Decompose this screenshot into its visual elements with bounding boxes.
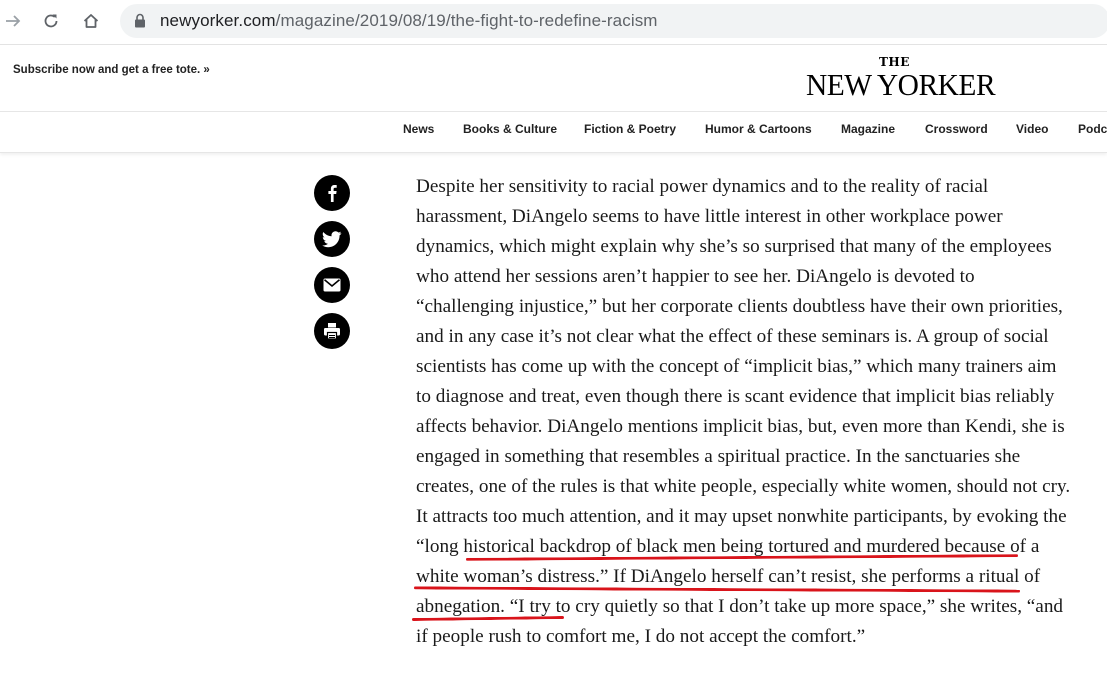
share-print-button[interactable]	[314, 313, 350, 349]
nav-books-culture[interactable]: Books & Culture	[463, 122, 557, 136]
article-paragraph: Despite her sensitivity to racial power …	[416, 176, 1071, 647]
nav-humor-cartoons[interactable]: Humor & Cartoons	[705, 122, 812, 136]
address-bar[interactable]: newyorker.com/magazine/2019/08/19/the-fi…	[120, 4, 1107, 38]
article-body: Despite her sensitivity to racial power …	[416, 172, 1076, 652]
share-email-button[interactable]	[314, 267, 350, 303]
home-icon	[83, 14, 99, 28]
print-icon	[324, 323, 340, 340]
forward-button[interactable]	[0, 8, 26, 34]
nav-podcasts[interactable]: Podc	[1078, 122, 1107, 136]
site-header: Subscribe now and get a free tote. » THE…	[0, 45, 1107, 112]
subscribe-link[interactable]: Subscribe now and get a free tote. »	[13, 64, 210, 76]
nav-video[interactable]: Video	[1016, 122, 1048, 136]
url-path: /magazine/2019/08/19/the-fight-to-redefi…	[275, 11, 658, 30]
nav-magazine[interactable]: Magazine	[841, 122, 895, 136]
reload-button[interactable]	[38, 8, 64, 34]
arrow-right-icon	[6, 15, 21, 27]
share-twitter-button[interactable]	[314, 221, 350, 257]
url-domain: newyorker.com	[160, 11, 276, 30]
site-logo[interactable]: NEW YORKER	[806, 67, 996, 103]
reload-icon	[44, 14, 58, 28]
site-navigation: News Books & Culture Fiction & Poetry Hu…	[0, 112, 1107, 153]
home-button[interactable]	[78, 8, 104, 34]
twitter-icon	[322, 230, 342, 247]
nav-fiction-poetry[interactable]: Fiction & Poetry	[584, 122, 676, 136]
email-icon	[323, 278, 341, 292]
facebook-icon	[328, 185, 337, 202]
lock-icon	[135, 13, 145, 28]
nav-crossword[interactable]: Crossword	[925, 122, 988, 136]
share-facebook-button[interactable]	[314, 175, 350, 211]
url-text: newyorker.com/magazine/2019/08/19/the-fi…	[160, 11, 658, 31]
nav-news[interactable]: News	[403, 122, 434, 136]
browser-toolbar: newyorker.com/magazine/2019/08/19/the-fi…	[0, 0, 1107, 45]
